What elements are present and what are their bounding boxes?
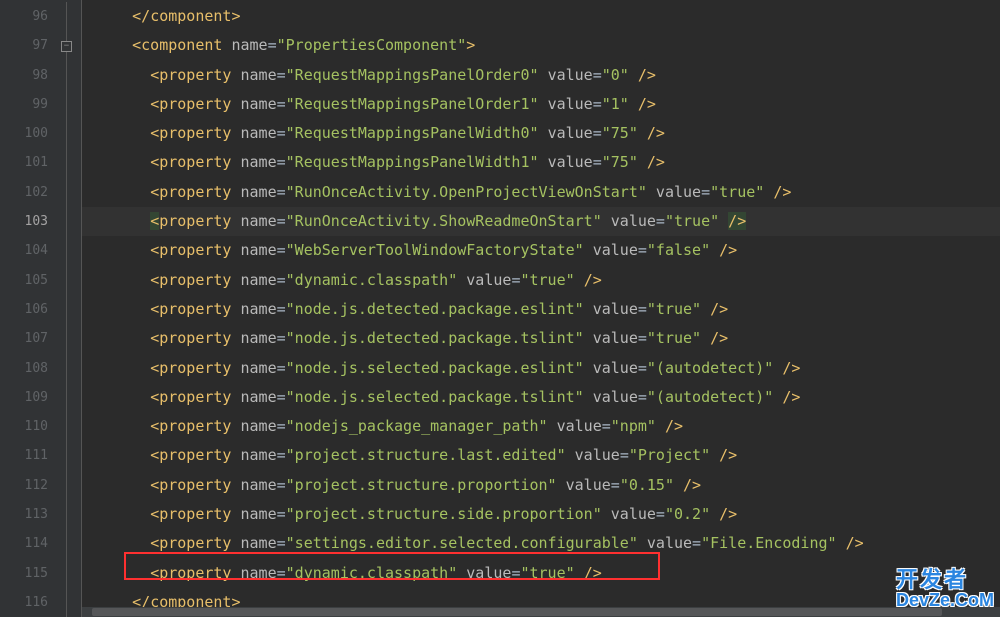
line-number: 110 [0,412,60,441]
line-number: 101 [0,148,60,177]
line-number: 98 [0,61,60,90]
fold-cell [60,559,81,588]
fold-cell [60,2,81,31]
fold-toggle-icon[interactable]: − [61,41,72,52]
line-number: 106 [0,295,60,324]
fold-cell [60,354,81,383]
line-number: 100 [0,119,60,148]
line-number: 97 [0,31,60,60]
code-line[interactable]: <property name="RequestMappingsPanelOrde… [82,90,1000,119]
line-number-gutter: 9697989910010110210310410510610710810911… [0,0,60,617]
code-line[interactable]: <property name="dynamic.classpath" value… [82,559,1000,588]
line-number: 96 [0,2,60,31]
line-number: 102 [0,178,60,207]
code-line[interactable]: <property name="RequestMappingsPanelWidt… [82,148,1000,177]
code-area[interactable]: </component> <component name="Properties… [82,0,1000,617]
line-number: 99 [0,90,60,119]
code-line[interactable]: <property name="project.structure.last.e… [82,441,1000,470]
code-line[interactable]: <property name="RequestMappingsPanelWidt… [82,119,1000,148]
code-line[interactable]: <property name="node.js.selected.package… [82,354,1000,383]
line-number: 116 [0,588,60,617]
horizontal-scrollbar[interactable] [82,607,1000,617]
fold-cell [60,119,81,148]
code-line[interactable]: <property name="settings.editor.selected… [82,529,1000,558]
fold-cell [60,207,81,236]
line-number: 112 [0,471,60,500]
scrollbar-thumb[interactable] [92,608,942,616]
code-line[interactable]: </component> [82,2,1000,31]
code-line[interactable]: <property name="node.js.detected.package… [82,324,1000,353]
fold-gutter: − [60,0,82,617]
line-number: 105 [0,266,60,295]
fold-cell [60,441,81,470]
fold-cell [60,178,81,207]
line-number: 107 [0,324,60,353]
line-number: 104 [0,236,60,265]
line-number: 113 [0,500,60,529]
code-line[interactable]: <property name="node.js.selected.package… [82,383,1000,412]
fold-cell [60,588,81,617]
fold-cell [60,148,81,177]
line-number: 114 [0,529,60,558]
code-line[interactable]: <property name="project.structure.side.p… [82,500,1000,529]
code-line[interactable]: <property name="RunOnceActivity.OpenProj… [82,178,1000,207]
code-line[interactable]: <component name="PropertiesComponent"> [82,31,1000,60]
fold-cell [60,266,81,295]
fold-cell [60,500,81,529]
fold-cell [60,412,81,441]
line-number: 103 [0,207,60,236]
code-line[interactable]: <property name="RequestMappingsPanelOrde… [82,61,1000,90]
fold-cell [60,61,81,90]
code-line[interactable]: <property name="dynamic.classpath" value… [82,266,1000,295]
fold-cell [60,529,81,558]
fold-cell [60,90,81,119]
code-line[interactable]: <property name="project.structure.propor… [82,471,1000,500]
fold-cell [60,324,81,353]
fold-cell [60,236,81,265]
code-line[interactable]: <property name="RunOnceActivity.ShowRead… [82,207,1000,236]
fold-cell [60,383,81,412]
fold-cell: − [60,31,81,60]
code-line[interactable]: <property name="nodejs_package_manager_p… [82,412,1000,441]
fold-cell [60,295,81,324]
code-editor[interactable]: 9697989910010110210310410510610710810911… [0,0,1000,617]
code-line[interactable]: <property name="node.js.detected.package… [82,295,1000,324]
line-number: 115 [0,559,60,588]
fold-cell [60,471,81,500]
line-number: 109 [0,383,60,412]
code-line[interactable]: <property name="WebServerToolWindowFacto… [82,236,1000,265]
line-number: 108 [0,354,60,383]
line-number: 111 [0,441,60,470]
